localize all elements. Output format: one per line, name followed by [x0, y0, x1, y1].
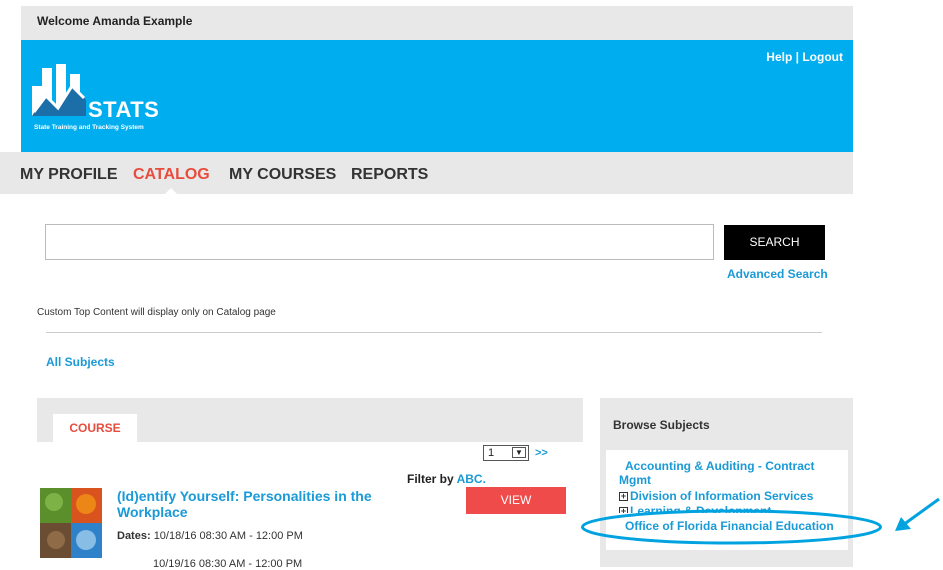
page-select-value: 1 [488, 447, 495, 459]
welcome-text: Welcome Amanda Example [37, 14, 193, 28]
filter-label: Filter by [407, 472, 457, 486]
help-link[interactable]: Help [766, 50, 792, 64]
custom-top-content: Custom Top Content will display only on … [37, 307, 276, 318]
nav-catalog[interactable]: CATALOG [133, 166, 210, 184]
dates-label: Dates: [117, 530, 151, 542]
stats-logo[interactable]: STATS State Training and Tracking System [32, 64, 192, 134]
filter-by: Filter by ABC. [407, 472, 486, 486]
active-tab-caret [163, 188, 179, 196]
page-select[interactable]: 1 ▼ [483, 445, 529, 461]
view-button[interactable]: VIEW [466, 487, 566, 514]
filter-abc-link[interactable]: ABC. [457, 472, 486, 486]
course-date-2: 10/19/16 08:30 AM - 12:00 PM [153, 558, 303, 570]
annotation-arrow-icon [895, 497, 940, 531]
link-separator: | [792, 50, 803, 64]
highlight-ellipse [581, 509, 882, 545]
advanced-search-link[interactable]: Advanced Search [727, 267, 828, 281]
logo-bars-icon [32, 64, 86, 116]
subject-accounting[interactable]: Accounting & Auditing - Contract [625, 460, 815, 473]
chevron-down-icon[interactable]: ▼ [512, 447, 526, 458]
header-banner: Help | Logout STATS State Training and T… [21, 40, 853, 152]
subject-division-info-label: Division of Information Services [630, 489, 814, 503]
nav-my-courses[interactable]: MY COURSES [229, 166, 336, 184]
logo-subtitle: State Training and Tracking System [34, 124, 144, 131]
course-title-link[interactable]: (Id)entify Yourself: Personalities in th… [117, 488, 407, 520]
help-logout-links: Help | Logout [766, 50, 843, 64]
tab-course[interactable]: COURSE [53, 414, 137, 442]
expand-plus-icon[interactable]: + [619, 492, 628, 501]
course-panel: COURSE 1 ▼ >> Filter by ABC. VIEW (Id)en… [37, 398, 583, 570]
top-bar: Welcome Amanda Example [21, 6, 853, 40]
all-subjects-link[interactable]: All Subjects [46, 355, 115, 369]
divider [46, 332, 822, 333]
subject-division-info[interactable]: + Division of Information Services [619, 490, 813, 503]
course-thumbnail[interactable] [40, 488, 102, 558]
nav-reports[interactable]: REPORTS [351, 166, 428, 184]
browse-subjects-title: Browse Subjects [613, 418, 710, 432]
course-dates: Dates: 10/18/16 08:30 AM - 12:00 PM [117, 530, 303, 542]
course-date-1: 10/18/16 08:30 AM - 12:00 PM [153, 530, 303, 542]
subject-accounting-cont[interactable]: Mgmt [619, 474, 651, 487]
logout-link[interactable]: Logout [802, 50, 843, 64]
nav-my-profile[interactable]: MY PROFILE [20, 166, 118, 184]
search-input[interactable] [45, 224, 714, 260]
search-button[interactable]: SEARCH [724, 225, 825, 260]
main-nav: MY PROFILE CATALOG MY COURSES REPORTS [0, 152, 853, 196]
next-page-link[interactable]: >> [535, 447, 548, 459]
logo-word: STATS [88, 97, 160, 122]
